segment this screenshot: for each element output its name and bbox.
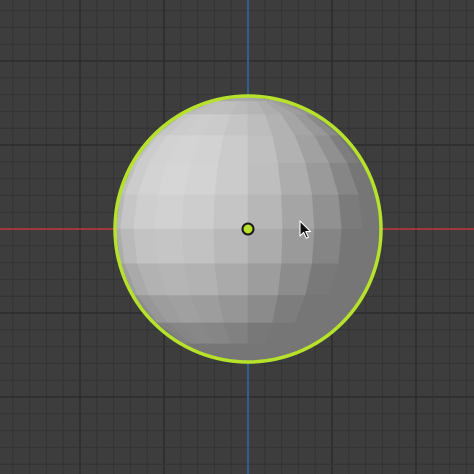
sphere-face xyxy=(247,262,282,296)
sphere-face xyxy=(311,228,342,264)
sphere-face xyxy=(213,194,249,230)
sphere-face xyxy=(247,194,283,230)
sphere-face xyxy=(181,228,216,264)
sphere-face xyxy=(133,194,159,230)
sphere-face xyxy=(218,294,249,323)
viewport-canvas[interactable] xyxy=(0,0,474,474)
sphere-face xyxy=(181,194,216,230)
sphere-face xyxy=(247,294,278,323)
sphere-object[interactable] xyxy=(113,94,383,364)
object-origin-point[interactable] xyxy=(241,222,255,236)
3d-viewport[interactable] xyxy=(0,0,474,474)
sphere-face xyxy=(337,194,363,230)
sphere-face xyxy=(337,228,363,264)
sphere-face xyxy=(280,228,315,264)
sphere-face xyxy=(133,228,159,264)
sphere-face xyxy=(214,162,249,196)
sphere-face xyxy=(247,135,278,164)
sphere-face xyxy=(247,228,283,264)
sphere-face xyxy=(311,194,342,230)
sphere-face xyxy=(247,162,282,196)
sphere-face xyxy=(154,228,185,264)
sphere-face xyxy=(213,228,249,264)
sphere-face xyxy=(154,194,185,230)
sphere-face xyxy=(214,262,249,296)
sphere-face xyxy=(218,135,249,164)
sphere-face xyxy=(280,194,315,230)
